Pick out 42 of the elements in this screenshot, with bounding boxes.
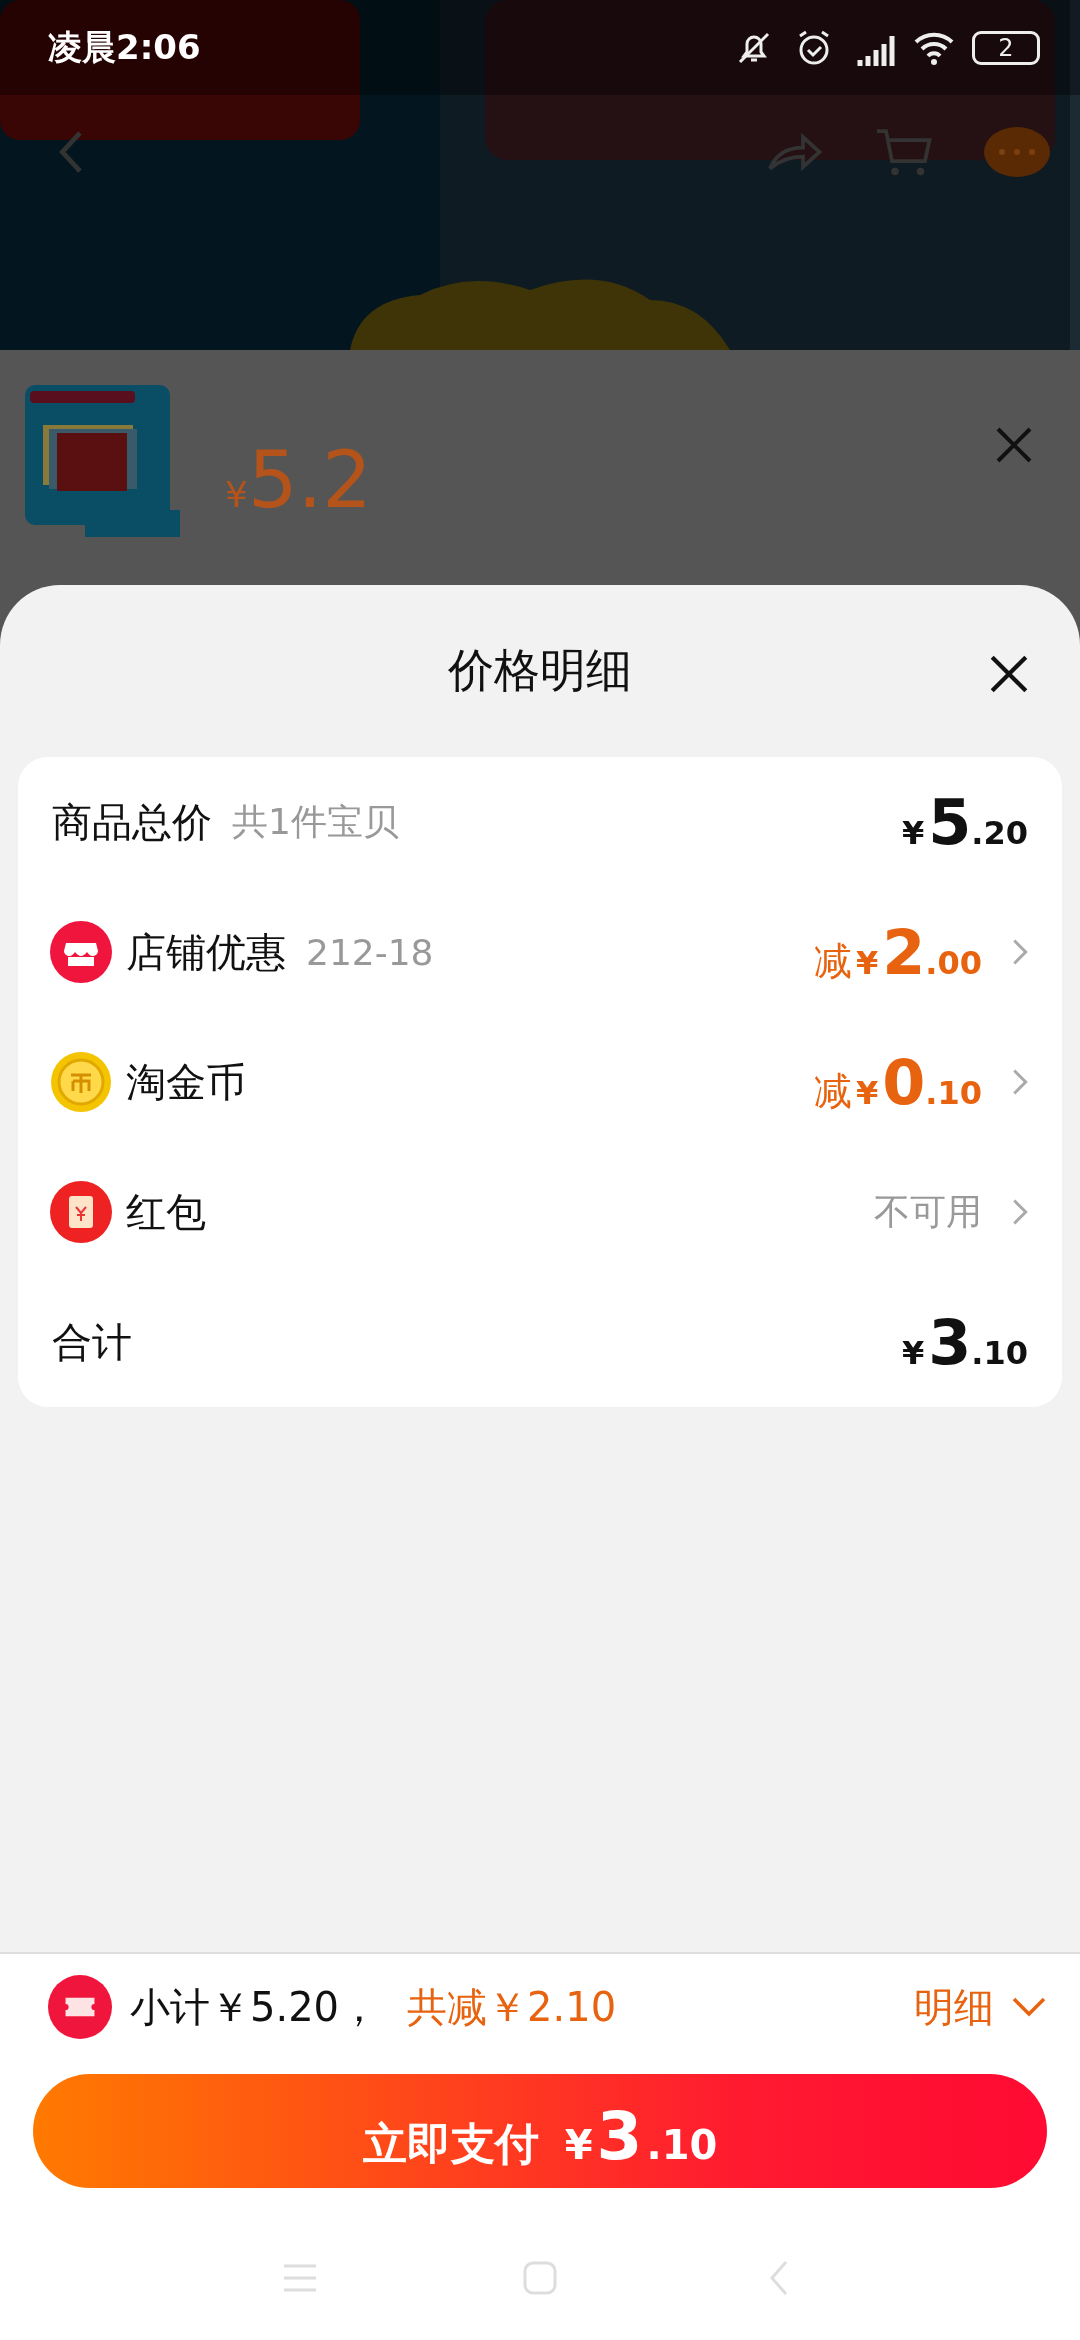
amount-integer: 3 [928,1305,972,1379]
chevron-right-icon [1012,1198,1028,1226]
envelope-icon [50,1181,112,1243]
chevron-down-icon[interactable] [1012,1996,1046,2018]
row-note: 212-18 [306,931,434,973]
discount-label: 减 [813,1067,852,1115]
amount-decimal: .10 [971,1333,1028,1372]
close-button[interactable] [988,653,1030,695]
store-icon [50,921,112,983]
row-label: 淘金币 [126,1057,246,1107]
amount-integer: 0 [882,1045,926,1119]
row-label: 合计 [52,1317,132,1367]
amount-decimal: .00 [925,943,982,982]
chevron-right-icon [1012,938,1028,966]
coin-icon [50,1051,112,1113]
ticket-icon [48,1975,112,2039]
total-savings: 共减￥2.10 [407,1982,617,2032]
subtotal-text: 小计￥5.20， [130,1982,380,2032]
currency-sign: ¥ [855,943,879,982]
currency-sign: ¥ [901,813,925,852]
amount-decimal: .10 [925,1073,982,1112]
more-icon[interactable] [984,127,1050,177]
row-label: 店铺优惠 [126,927,286,977]
amount-integer: 5 [928,785,972,859]
currency-sign: ¥ [225,474,248,515]
row-note: 共1件宝贝 [232,799,399,844]
pay-button[interactable]: 立即支付 ¥3.10 [33,2074,1047,2188]
chevron-right-icon [1012,1068,1028,1096]
discount-label: 减 [813,937,852,985]
product-price: 5.2 [247,435,372,525]
row-label: 商品总价 [52,797,212,847]
details-link[interactable]: 明细 [914,1979,994,2035]
amount-decimal: .20 [971,813,1028,852]
currency-sign: ¥ [901,1333,925,1372]
amount-integer: 2 [882,915,926,989]
currency-sign: ¥ [855,1073,879,1112]
status-text: 不可用 [874,1189,982,1234]
sheet-title: 价格明细 [448,642,632,699]
battery-level: 2 [972,30,1040,65]
close-icon[interactable] [994,425,1034,465]
row-label: 红包 [126,1187,206,1237]
status-time: 凌晨2:06 [48,25,201,69]
